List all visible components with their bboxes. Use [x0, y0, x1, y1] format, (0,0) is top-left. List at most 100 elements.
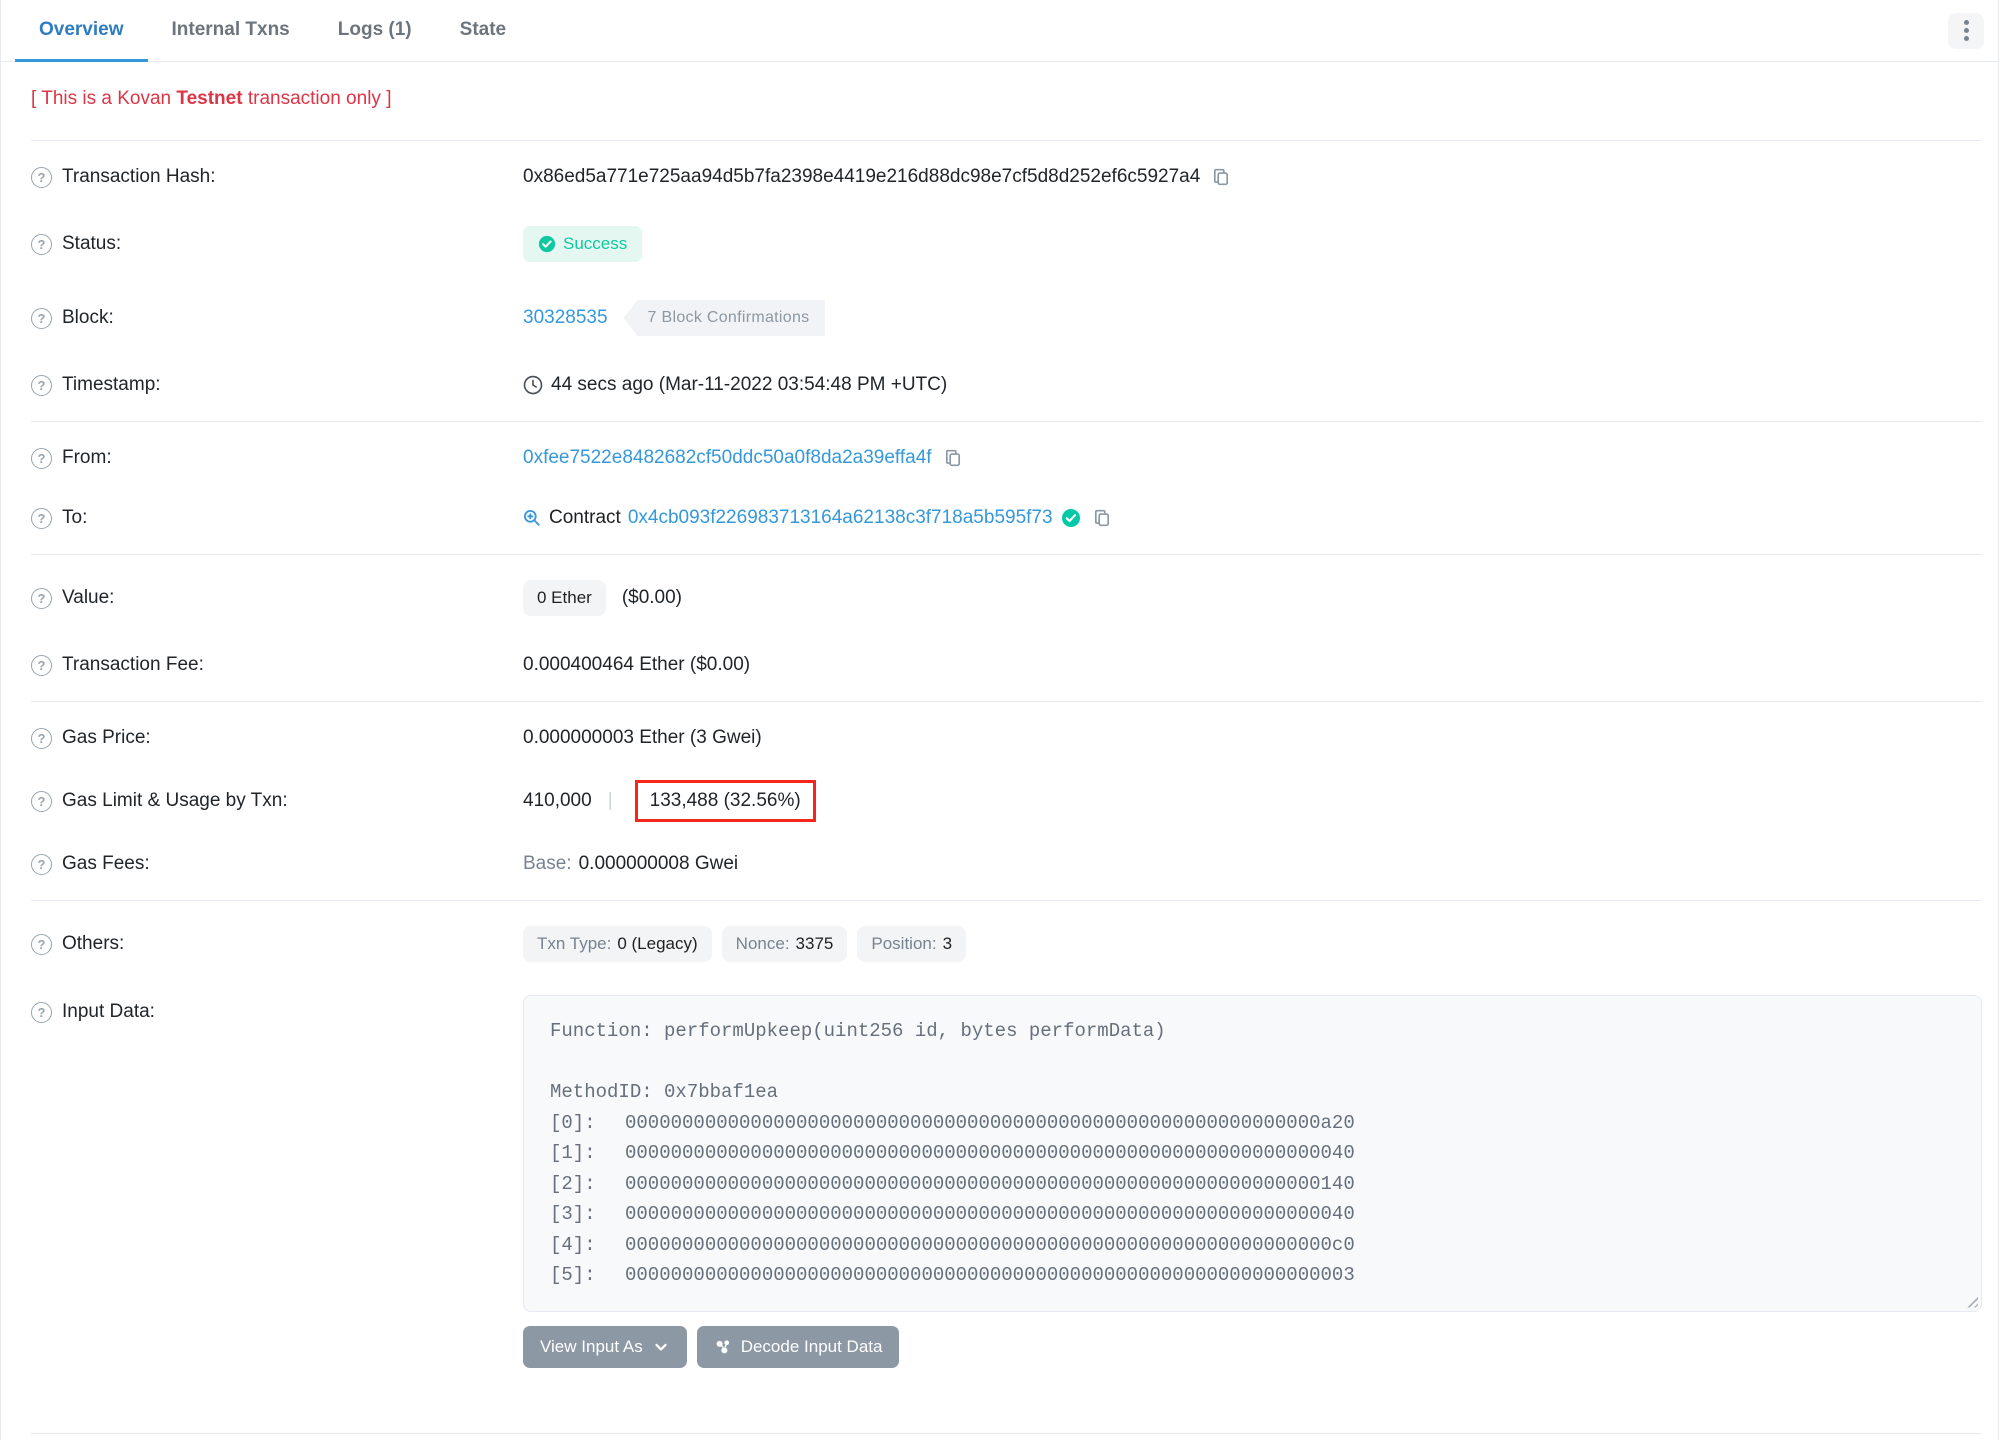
help-icon[interactable]: ?	[31, 507, 52, 529]
help-icon[interactable]: ?	[31, 307, 52, 329]
row-to: ? To: Contract 0x4cb093f226983713164a621…	[31, 488, 1982, 548]
help-icon[interactable]: ?	[31, 790, 52, 812]
badge-value: 3	[942, 934, 953, 953]
help-icon[interactable]: ?	[31, 233, 52, 255]
hex-index: [2]:	[550, 1172, 596, 1195]
help-icon[interactable]: ?	[31, 166, 52, 188]
help-icon[interactable]: ?	[31, 933, 52, 955]
timestamp-value: 44 secs ago (Mar-11-2022 03:54:48 PM +UT…	[551, 374, 948, 395]
hex-value: 0000000000000000000000000000000000000000…	[625, 1142, 1355, 1164]
block-number-link[interactable]: 30328535	[523, 307, 608, 329]
help-icon[interactable]: ?	[31, 587, 52, 609]
row-from: ? From: 0xfee7522e8482682cf50ddc50a0f8da…	[31, 428, 1982, 488]
gas-limit-label: ? Gas Limit & Usage by Txn:	[31, 790, 523, 812]
divider	[31, 701, 1982, 702]
label-text: Transaction Hash:	[62, 166, 216, 187]
input-hex-line: [0]: 00000000000000000000000000000000000…	[550, 1108, 1955, 1139]
transaction-hash-label: ? Transaction Hash:	[31, 166, 523, 188]
bottom-divider	[31, 1432, 1982, 1434]
input-hex-line: [5]: 00000000000000000000000000000000000…	[550, 1260, 1955, 1291]
help-icon[interactable]: ?	[31, 447, 52, 469]
help-icon[interactable]: ?	[31, 727, 52, 749]
value-label: ? Value:	[31, 587, 523, 609]
copy-icon[interactable]	[1093, 509, 1111, 527]
transaction-hash-value: 0x86ed5a771e725aa94d5b7fa2398e4419e216d8…	[523, 166, 1201, 187]
gas-usage-value: 133,488 (32.56%)	[649, 790, 801, 811]
from-label: ? From:	[31, 447, 523, 469]
magnifier-plus-icon[interactable]	[523, 509, 541, 527]
help-icon[interactable]: ?	[31, 654, 52, 676]
row-timestamp: ? Timestamp: 44 secs ago (Mar-11-2022 03…	[31, 355, 1982, 415]
to-label: ? To:	[31, 507, 523, 529]
base-fee-value: 0.000000008 Gwei	[578, 853, 739, 874]
input-data-label: ? Input Data:	[31, 995, 523, 1023]
to-contract-address-link[interactable]: 0x4cb093f226983713164a62138c3f718a5b595f…	[628, 507, 1053, 529]
label-text: Timestamp:	[62, 374, 161, 395]
hex-value: 0000000000000000000000000000000000000000…	[625, 1203, 1355, 1225]
label-text: From:	[62, 447, 112, 468]
timestamp-label: ? Timestamp:	[31, 374, 523, 396]
row-transaction-hash: ? Transaction Hash: 0x86ed5a771e725aa94d…	[31, 147, 1982, 207]
input-methodid-line: MethodID: 0x7bbaf1ea	[550, 1081, 779, 1103]
badge-key: Txn Type:	[537, 934, 612, 953]
divider	[31, 900, 1982, 901]
more-options-button[interactable]	[1948, 12, 1984, 49]
kebab-icon	[1963, 20, 1969, 41]
help-icon[interactable]: ?	[31, 853, 52, 875]
gas-fees-label: ? Gas Fees:	[31, 853, 523, 875]
divider	[31, 554, 1982, 555]
badge-key: Nonce:	[735, 934, 790, 953]
divider	[31, 140, 1982, 141]
notice-bold: Testnet	[176, 88, 243, 109]
others-label: ? Others:	[31, 933, 523, 955]
label-text: To:	[62, 507, 88, 528]
hex-value: 0000000000000000000000000000000000000000…	[625, 1111, 1355, 1134]
gas-price-label: ? Gas Price:	[31, 727, 523, 749]
label-text: Gas Fees:	[62, 853, 150, 874]
testnet-notice: [ This is a Kovan Testnet transaction on…	[31, 62, 1982, 134]
notice-suffix: transaction only ]	[242, 88, 392, 109]
block-label: ? Block:	[31, 307, 523, 329]
label-text: Transaction Fee:	[62, 654, 204, 675]
label-text: Input Data:	[62, 1001, 155, 1022]
status-badge: Success	[523, 226, 643, 262]
tab-state[interactable]: State	[436, 0, 530, 62]
notice-prefix: [ This is a Kovan	[31, 88, 177, 109]
label-text: Gas Price:	[62, 727, 151, 748]
row-gas-price: ? Gas Price: 0.000000003 Ether (3 Gwei)	[31, 708, 1982, 768]
transaction-fee-value: 0.000400464 Ether ($0.00)	[523, 654, 751, 675]
divider	[31, 421, 1982, 422]
label-text: Others:	[62, 933, 125, 954]
contract-word: Contract	[549, 507, 621, 528]
chevron-down-icon	[655, 1343, 667, 1351]
gas-price-value: 0.000000003 Ether (3 Gwei)	[523, 727, 762, 748]
gas-separator: |	[607, 790, 613, 811]
input-data-textarea[interactable]: Function: performUpkeep(uint256 id, byte…	[523, 995, 1982, 1312]
transaction-detail-card: Overview Internal Txns Logs (1) State [ …	[0, 0, 1999, 1440]
input-hex-line: [3]: 00000000000000000000000000000000000…	[550, 1199, 1955, 1230]
success-check-icon	[538, 235, 556, 253]
row-transaction-fee: ? Transaction Fee: 0.000400464 Ether ($0…	[31, 635, 1982, 695]
resize-handle[interactable]	[1964, 1293, 1978, 1308]
tab-overview[interactable]: Overview	[15, 0, 148, 62]
copy-icon[interactable]	[944, 449, 962, 467]
row-gas-fees: ? Gas Fees: Base: 0.000000008 Gwei	[31, 834, 1982, 894]
help-icon[interactable]: ?	[31, 374, 52, 396]
badge-key: Position:	[871, 934, 937, 953]
view-input-as-button[interactable]: View Input As	[523, 1325, 687, 1368]
copy-icon[interactable]	[1212, 168, 1230, 186]
from-address-link[interactable]: 0xfee7522e8482682cf50ddc50a0f8da2a39effa…	[523, 447, 932, 469]
txn-type-badge: Txn Type: 0 (Legacy)	[523, 926, 712, 962]
tab-bar: Overview Internal Txns Logs (1) State	[1, 0, 1998, 62]
help-icon[interactable]: ?	[31, 1001, 52, 1023]
hex-value: 0000000000000000000000000000000000000000…	[625, 1233, 1355, 1256]
tab-logs[interactable]: Logs (1)	[314, 0, 436, 62]
usd-value: ($0.00)	[621, 587, 683, 608]
status-label: ? Status:	[31, 233, 523, 255]
tab-internal-txns[interactable]: Internal Txns	[148, 0, 314, 62]
row-block: ? Block: 30328535 7 Block Confirmations	[31, 281, 1982, 355]
row-value: ? Value: 0 Ether ($0.00)	[31, 561, 1982, 635]
decode-input-data-button[interactable]: Decode Input Data	[696, 1325, 900, 1368]
row-gas-limit-usage: ? Gas Limit & Usage by Txn: 410,000 | 13…	[31, 768, 1982, 834]
label-text: Value:	[62, 587, 115, 608]
